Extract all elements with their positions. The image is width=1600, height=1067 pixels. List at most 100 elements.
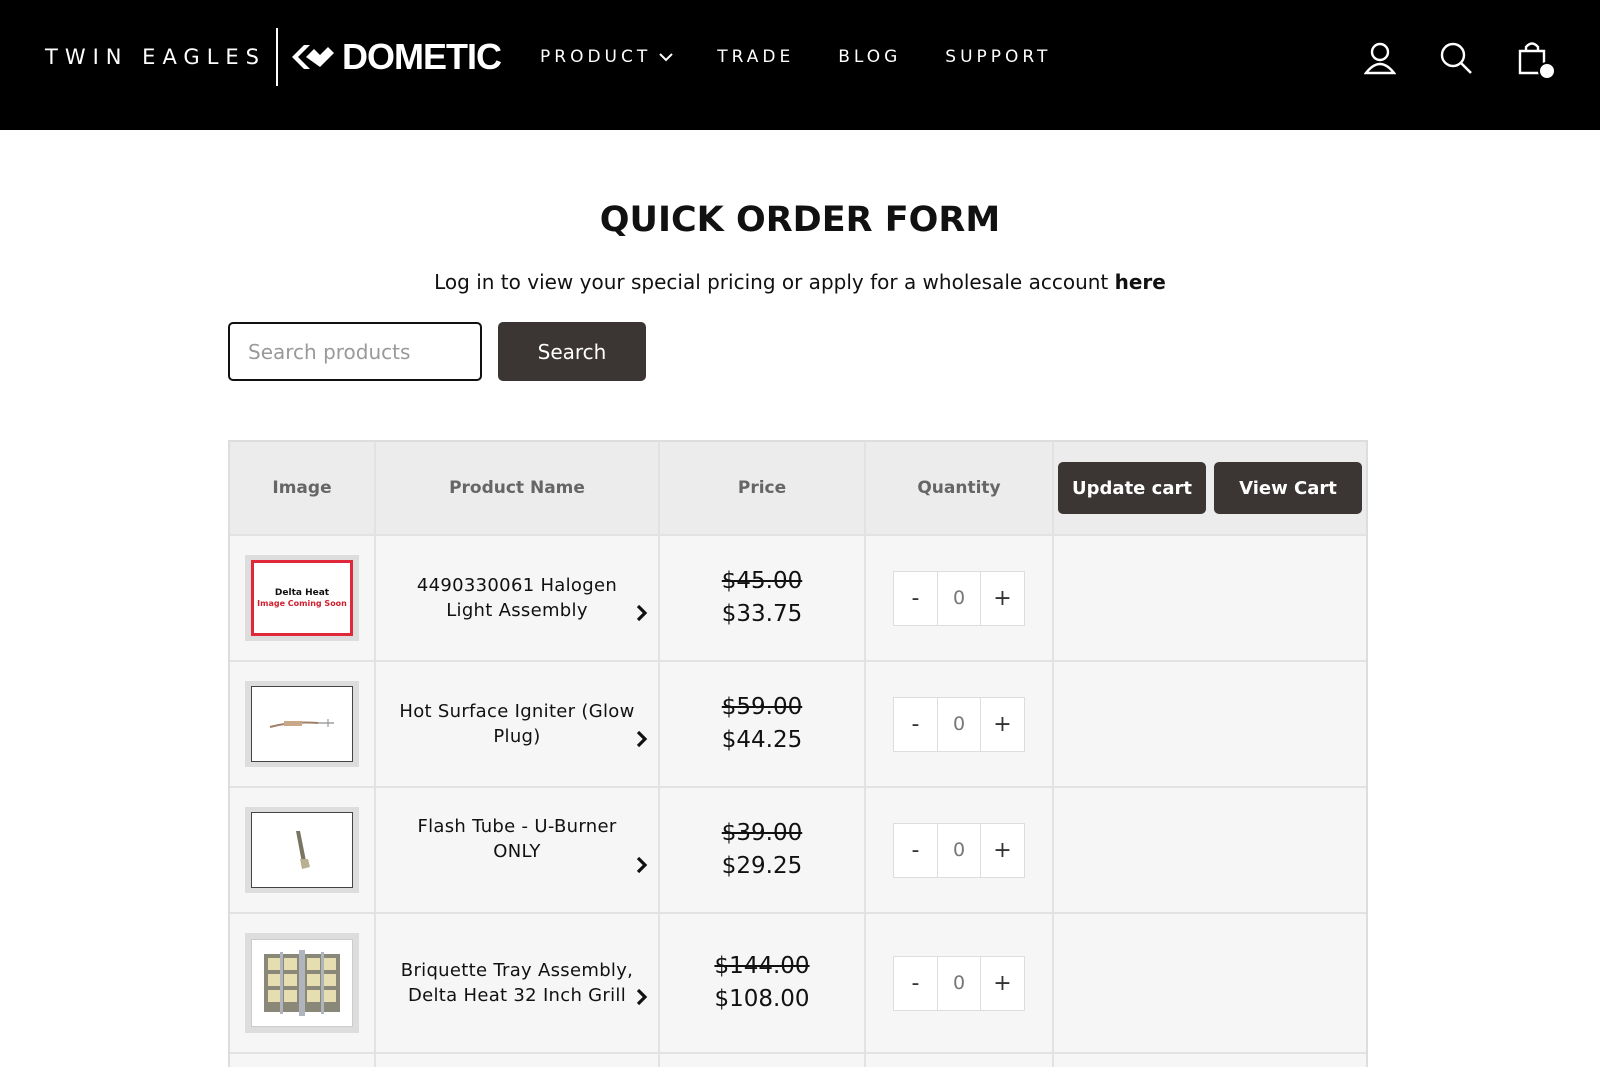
header-icons: [1324, 38, 1556, 80]
increase-quantity-button[interactable]: +: [981, 571, 1024, 625]
increase-quantity-button[interactable]: +: [981, 823, 1024, 877]
table-row: Briquette Tray Assembly, Delta Heat 32 I…: [230, 914, 1366, 1054]
product-image[interactable]: Delta Heat Image Coming Soon: [245, 555, 359, 641]
chevron-down-icon: [659, 47, 673, 67]
quantity-input[interactable]: 0: [937, 571, 981, 625]
original-price: $39.00: [721, 820, 803, 846]
table-row: Hot Surface Igniter (Glow Plug) $59.00 $…: [230, 662, 1366, 788]
product-name-cell: Flash Tube - U-Burner ONLY: [376, 788, 660, 912]
price-cell: $39.00 $29.25: [660, 788, 866, 912]
decrease-quantity-button[interactable]: -: [894, 823, 937, 877]
price-cell: [660, 1054, 866, 1067]
quantity-input[interactable]: 0: [937, 823, 981, 877]
page-subtitle: Log in to view your special pricing or a…: [0, 270, 1600, 294]
nav-item-support[interactable]: SUPPORT: [945, 47, 1051, 67]
decrease-quantity-button[interactable]: -: [894, 956, 937, 1010]
nav-item-trade[interactable]: TRADE: [717, 47, 794, 67]
site-header: TWIN EAGLES DOMETIC PRODUCT TRADE BLOG S…: [0, 0, 1600, 130]
flash-tube-image: [251, 812, 353, 888]
quantity-cell: [866, 1054, 1054, 1067]
chevron-right-icon: [636, 988, 648, 1006]
cart-count-badge: [1538, 62, 1556, 80]
quantity-cell: - 0 +: [866, 536, 1054, 660]
quick-order-table: Image Product Name Price Quantity Update…: [228, 440, 1368, 1067]
product-image-cell: [230, 662, 376, 786]
brand-logo[interactable]: TWIN EAGLES DOMETIC: [45, 28, 502, 86]
empty-cell: [1054, 536, 1366, 660]
product-link[interactable]: Flash Tube - U-Burner ONLY: [376, 788, 658, 912]
empty-cell: [1054, 914, 1366, 1052]
chevron-right-icon: [636, 730, 648, 748]
product-image-cell: [230, 1054, 376, 1067]
product-link[interactable]: 4490330061 Halogen Light Assembly: [376, 536, 658, 660]
column-header-product-name: Product Name: [376, 442, 660, 534]
flash-tube-graphic: [296, 831, 310, 869]
search-icon[interactable]: [1436, 38, 1476, 78]
account-icon[interactable]: [1360, 38, 1400, 78]
product-image[interactable]: [245, 933, 359, 1033]
quantity-input[interactable]: 0: [937, 956, 981, 1010]
quantity-input[interactable]: 0: [937, 697, 981, 751]
quantity-cell: - 0 +: [866, 914, 1054, 1052]
sale-price: $33.75: [721, 601, 803, 627]
product-name-cell: 4490330061 Halogen Light Assembly: [376, 536, 660, 660]
product-link[interactable]: Briquette Tray Assembly, Delta Heat 32 I…: [376, 914, 658, 1052]
column-header-quantity: Quantity: [866, 442, 1054, 534]
table-header: Image Product Name Price Quantity Update…: [230, 442, 1366, 536]
product-name-cell: Hot Surface Igniter (Glow Plug): [376, 662, 660, 786]
brand-twin-eagles: TWIN EAGLES: [45, 45, 267, 69]
table-row: Delta Heat Image Coming Soon 4490330061 …: [230, 536, 1366, 662]
nav-item-product[interactable]: PRODUCT: [540, 47, 673, 67]
brand-dometic-text: DOMETIC: [342, 36, 502, 77]
wholesale-link[interactable]: here: [1115, 270, 1166, 294]
price-cell: $45.00 $33.75: [660, 536, 866, 660]
product-link[interactable]: Hot Surface Igniter (Glow Plug): [376, 662, 658, 786]
decrease-quantity-button[interactable]: -: [894, 571, 937, 625]
product-name-cell: Briquette Tray Assembly, Delta Heat 32 I…: [376, 914, 660, 1052]
brand-divider: [276, 28, 279, 86]
product-name-cell: [376, 1054, 660, 1067]
igniter-image: [251, 686, 353, 762]
igniter-graphic: [269, 719, 334, 728]
view-cart-button[interactable]: View Cart: [1214, 462, 1362, 514]
decrease-quantity-button[interactable]: -: [894, 697, 937, 751]
quantity-stepper: - 0 +: [893, 696, 1025, 752]
briquette-tray-graphic: [264, 950, 340, 1016]
cart-actions: Update cart View Cart: [1054, 442, 1366, 534]
product-image[interactable]: [245, 681, 359, 767]
sale-price: $108.00: [714, 986, 810, 1012]
quantity-stepper: - 0 +: [893, 955, 1025, 1011]
original-price: $144.00: [714, 953, 810, 979]
search-input[interactable]: [228, 322, 482, 381]
search-button[interactable]: Search: [498, 322, 646, 381]
increase-quantity-button[interactable]: +: [981, 697, 1024, 751]
product-image-cell: [230, 788, 376, 912]
nav-item-blog[interactable]: BLOG: [838, 47, 901, 67]
chevron-right-icon: [636, 604, 648, 622]
placeholder-note: Image Coming Soon: [257, 599, 347, 608]
quantity-cell: - 0 +: [866, 788, 1054, 912]
original-price: $45.00: [721, 568, 803, 594]
product-name: Flash Tube - U-Burner ONLY: [417, 816, 617, 862]
sale-price: $29.25: [721, 853, 803, 879]
cart-icon[interactable]: [1512, 38, 1556, 80]
table-row: [230, 1054, 1366, 1067]
product-image[interactable]: [245, 807, 359, 893]
price-cell: $59.00 $44.25: [660, 662, 866, 786]
briquette-tray-image: [251, 939, 353, 1027]
empty-cell: [1054, 788, 1366, 912]
product-name: Hot Surface Igniter (Glow Plug): [399, 701, 635, 747]
quantity-stepper: - 0 +: [893, 570, 1025, 626]
empty-cell: [1054, 1054, 1366, 1067]
main-nav: PRODUCT TRADE BLOG SUPPORT: [540, 40, 1095, 74]
product-image-cell: Delta Heat Image Coming Soon: [230, 536, 376, 660]
update-cart-button[interactable]: Update cart: [1058, 462, 1206, 514]
product-image-cell: [230, 914, 376, 1052]
image-placeholder: Delta Heat Image Coming Soon: [251, 560, 353, 636]
quantity-stepper: - 0 +: [893, 822, 1025, 878]
subtitle-text: Log in to view your special pricing or a…: [434, 270, 1109, 294]
sale-price: $44.25: [721, 727, 803, 753]
column-header-price: Price: [660, 442, 866, 534]
placeholder-title: Delta Heat: [274, 588, 330, 598]
increase-quantity-button[interactable]: +: [981, 956, 1024, 1010]
